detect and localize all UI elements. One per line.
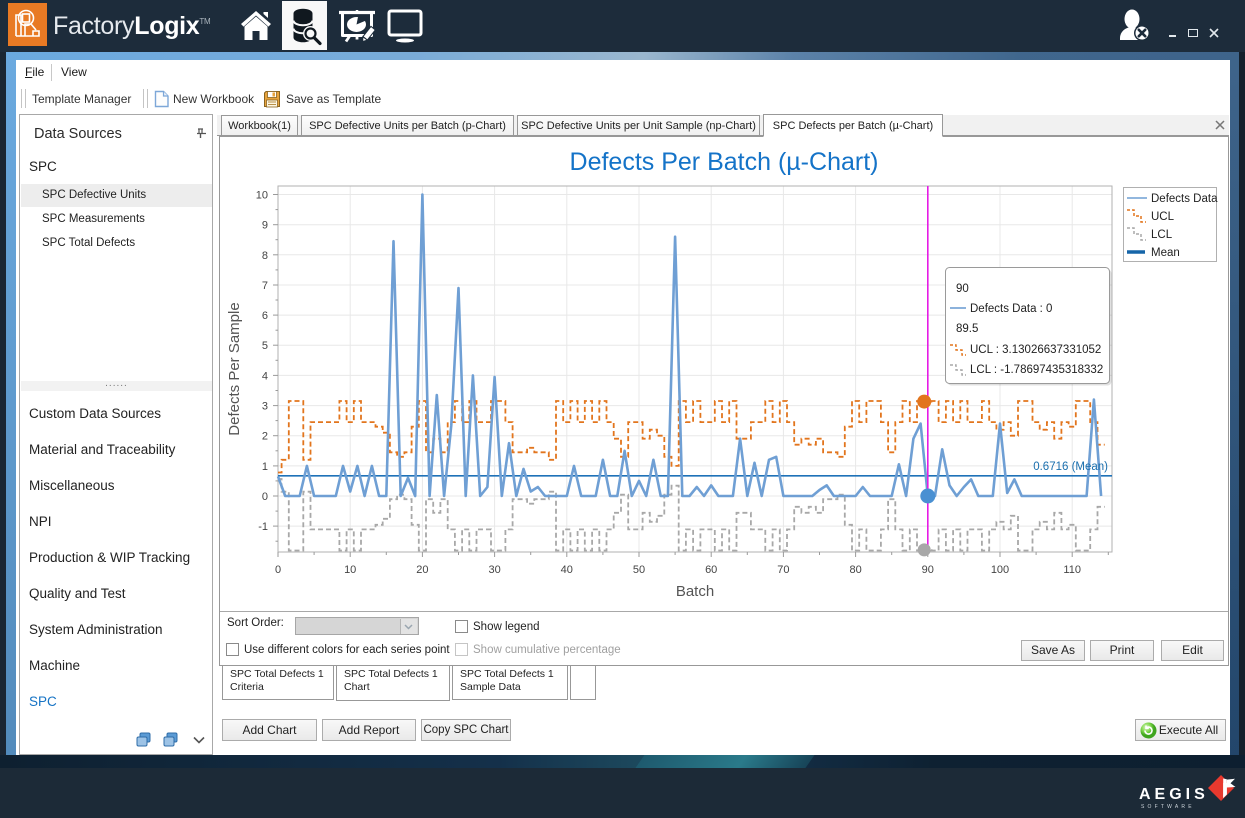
svg-text:LCL: LCL [1151,229,1173,241]
svg-text:100: 100 [991,564,1009,576]
svg-text:50: 50 [633,564,645,576]
svg-text:2: 2 [262,431,268,443]
svg-text:110: 110 [1063,564,1081,576]
svg-text:UCL : 3.13026637331052: UCL : 3.13026637331052 [970,344,1101,356]
svg-text:8: 8 [262,250,268,262]
svg-text:10: 10 [344,564,356,576]
svg-text:Defects Data : 0: Defects Data : 0 [970,303,1052,315]
svg-text:30: 30 [488,564,500,576]
svg-text:90: 90 [922,564,934,576]
svg-text:-1: -1 [258,521,268,533]
svg-text:3: 3 [262,401,268,413]
svg-text:5: 5 [262,340,268,352]
svg-text:UCL: UCL [1151,211,1175,223]
svg-text:Batch: Batch [676,583,714,600]
svg-text:9: 9 [262,220,268,232]
svg-text:20: 20 [416,564,428,576]
svg-text:0.6716 (Mean): 0.6716 (Mean) [1033,461,1108,473]
svg-text:1: 1 [262,461,268,473]
svg-text:7: 7 [262,280,268,292]
svg-text:0: 0 [275,564,281,576]
svg-text:40: 40 [561,564,573,576]
svg-text:Defects Data: Defects Data [1151,193,1218,205]
svg-text:90: 90 [956,283,969,295]
svg-text:80: 80 [849,564,861,576]
svg-text:Defects Per Sample: Defects Per Sample [226,302,243,435]
svg-text:6: 6 [262,310,268,322]
svg-text:Mean: Mean [1151,247,1180,259]
svg-text:60: 60 [705,564,717,576]
svg-text:Defects Per Batch (µ-Chart): Defects Per Batch (µ-Chart) [570,148,879,176]
svg-text:4: 4 [262,370,268,382]
svg-text:LCL : -1.78697435318332: LCL : -1.78697435318332 [970,364,1103,376]
svg-text:89.5: 89.5 [956,323,978,335]
svg-text:0: 0 [262,491,268,503]
svg-text:10: 10 [256,190,268,202]
svg-text:70: 70 [777,564,789,576]
